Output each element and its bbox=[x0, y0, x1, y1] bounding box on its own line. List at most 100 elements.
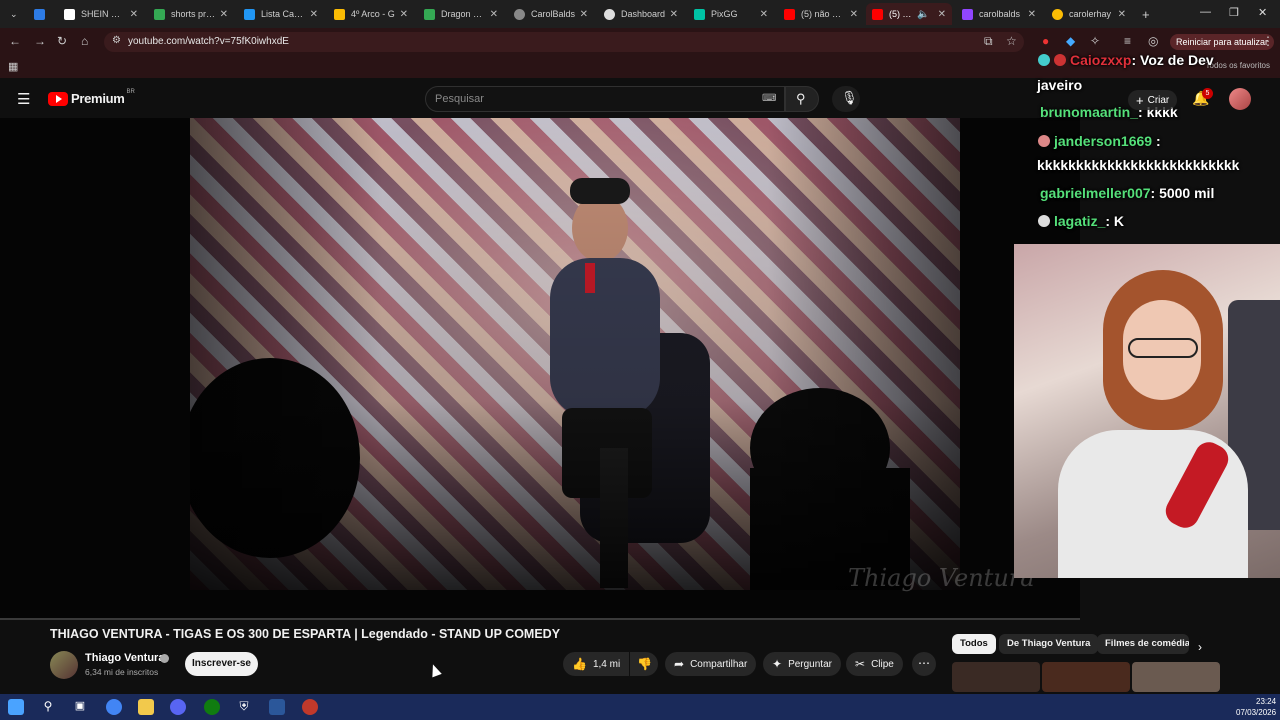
voice-search-button[interactable]: 🎙 bbox=[832, 86, 860, 112]
tab-12[interactable]: carolerhay ✕ bbox=[1046, 3, 1132, 25]
share-button[interactable]: ➦ Compartilhar bbox=[665, 652, 757, 676]
clip-button[interactable]: ✂ Clipe bbox=[846, 652, 903, 676]
vignette bbox=[190, 118, 960, 590]
forward-icon[interactable]: → bbox=[34, 34, 46, 48]
close-icon[interactable]: ✕ bbox=[1028, 9, 1036, 20]
tab-3[interactable]: Lista Carol. ✕ bbox=[238, 3, 324, 25]
close-icon[interactable]: ✕ bbox=[400, 9, 408, 20]
tab-label: (5) THIA bbox=[889, 9, 914, 19]
subscriber-count: 6,34 mi de inscritos bbox=[85, 667, 159, 677]
account-avatar[interactable] bbox=[1229, 88, 1251, 110]
keyboard-icon[interactable]: ⌨ bbox=[762, 93, 776, 104]
twitch-icon bbox=[962, 8, 973, 20]
chip-all[interactable]: Todos bbox=[952, 634, 996, 654]
subscribe-button[interactable]: Inscrever-se bbox=[185, 652, 258, 676]
recommended-thumbnail[interactable] bbox=[952, 662, 1040, 692]
create-label: Criar bbox=[1147, 94, 1170, 106]
close-icon[interactable]: ✕ bbox=[670, 9, 678, 20]
ask-button[interactable]: ✦ Perguntar bbox=[763, 652, 841, 676]
more-actions-button[interactable]: ⋯ bbox=[912, 652, 936, 676]
profile-icon[interactable]: ◎ bbox=[1148, 34, 1158, 48]
tab-1[interactable]: SHEIN Crea ✕ bbox=[58, 3, 144, 25]
youtube-premium-logo[interactable]: Premium BR bbox=[48, 89, 135, 106]
home-icon[interactable]: ⌂ bbox=[81, 34, 88, 48]
extensions-icon[interactable]: ✧ bbox=[1090, 34, 1100, 48]
close-icon[interactable]: ✕ bbox=[938, 9, 946, 20]
like-button[interactable]: 👍 1,4 mi bbox=[563, 652, 629, 676]
close-icon[interactable]: ✕ bbox=[850, 9, 858, 20]
chevron-right-icon[interactable]: › bbox=[1198, 640, 1202, 654]
system-clock[interactable]: 23:24 07/03/2026 bbox=[1236, 696, 1276, 718]
youtube-header: ☰ Premium BR Pesquisar ⌨ ⚲ 🎙 bbox=[0, 80, 1030, 118]
search-button[interactable]: ⚲ bbox=[785, 86, 819, 112]
menu-dots-icon[interactable]: ⋮ bbox=[1262, 34, 1274, 48]
channel-avatar[interactable] bbox=[50, 651, 78, 679]
chip-from-channel[interactable]: De Thiago Ventura bbox=[999, 634, 1099, 654]
close-icon[interactable]: ✕ bbox=[130, 9, 138, 20]
minimize-icon[interactable]: — bbox=[1200, 6, 1211, 18]
chip-comedy-movies[interactable]: Filmes de comédia bbox=[1097, 634, 1189, 654]
tab-0[interactable] bbox=[28, 3, 54, 25]
extension-icon[interactable]: ● bbox=[1042, 34, 1049, 48]
video-player[interactable]: Thiago Ventura bbox=[0, 118, 1080, 620]
close-icon[interactable]: ✕ bbox=[220, 9, 228, 20]
shield-icon[interactable]: ⛨ bbox=[236, 699, 252, 715]
search-input[interactable]: Pesquisar ⌨ bbox=[425, 86, 785, 112]
address-bar[interactable]: ⚙ youtube.com/watch?v=75fK0iwhxdE ⧉ ☆ bbox=[104, 32, 1024, 52]
app-icon[interactable] bbox=[302, 699, 318, 715]
thumbs-down-icon: 👎 bbox=[637, 657, 652, 671]
maximize-icon[interactable]: ❐ bbox=[1229, 6, 1239, 19]
close-icon[interactable]: ✕ bbox=[760, 9, 768, 20]
close-icon[interactable]: ✕ bbox=[310, 9, 318, 20]
chrome-icon[interactable] bbox=[106, 699, 122, 715]
word-icon[interactable] bbox=[269, 699, 285, 715]
close-window-icon[interactable]: ✕ bbox=[1258, 6, 1267, 19]
tab-5[interactable]: Dragon Ball ✕ bbox=[418, 3, 504, 25]
media-icon[interactable]: ≡ bbox=[1124, 34, 1131, 48]
like-count: 1,4 mi bbox=[592, 658, 621, 670]
tab-2[interactable]: shorts pro c ✕ bbox=[148, 3, 234, 25]
site-info-icon[interactable]: ⚙ bbox=[112, 35, 121, 46]
logo-text: Premium bbox=[71, 91, 125, 106]
install-icon[interactable]: ⧉ bbox=[984, 34, 993, 49]
recommended-thumbnail[interactable] bbox=[1042, 662, 1130, 692]
chat-text: : bbox=[1152, 133, 1161, 149]
search-icon[interactable]: ⚲ bbox=[40, 699, 56, 715]
progress-bar[interactable] bbox=[0, 618, 1080, 620]
share-icon: ➦ bbox=[674, 657, 685, 671]
discord-icon[interactable] bbox=[170, 699, 186, 715]
task-view-icon[interactable]: ▣ bbox=[72, 699, 88, 715]
back-icon[interactable]: ← bbox=[9, 34, 21, 48]
tab-10-active[interactable]: (5) THIA🔈 ✕ bbox=[866, 3, 952, 25]
extension-icon[interactable]: ◆ bbox=[1066, 34, 1075, 48]
create-button[interactable]: + Criar bbox=[1128, 90, 1178, 110]
tab-9[interactable]: (5) não é pi ✕ bbox=[778, 3, 864, 25]
recommended-thumbnail[interactable] bbox=[1132, 662, 1220, 692]
close-icon[interactable]: ✕ bbox=[1118, 9, 1126, 20]
reload-icon[interactable]: ↻ bbox=[57, 34, 67, 48]
speaker-icon[interactable]: 🔈 bbox=[917, 9, 929, 20]
file-explorer-icon[interactable] bbox=[138, 699, 154, 715]
tab-search-button[interactable]: ⌄ bbox=[4, 3, 22, 25]
tab-4[interactable]: 4º Arco - G ✕ bbox=[328, 3, 414, 25]
xbox-icon[interactable] bbox=[204, 699, 220, 715]
thumbs-up-icon: 👍 bbox=[572, 657, 587, 671]
close-icon[interactable]: ✕ bbox=[580, 9, 588, 20]
bookmark-star-icon[interactable]: ☆ bbox=[1006, 34, 1017, 48]
tab-6[interactable]: CarolBalds ✕ bbox=[508, 3, 594, 25]
restart-update-button[interactable]: Reiniciar para atualizar bbox=[1170, 34, 1275, 50]
hamburger-menu-icon[interactable]: ☰ bbox=[17, 90, 30, 108]
channel-name[interactable]: Thiago Ventura bbox=[85, 652, 164, 664]
all-bookmarks-link[interactable]: Todos os favoritos bbox=[1206, 61, 1270, 70]
new-tab-button[interactable]: + bbox=[1136, 3, 1152, 25]
tab-11[interactable]: carolbalds ✕ bbox=[956, 3, 1042, 25]
plus-icon: + bbox=[1136, 92, 1144, 108]
dislike-button[interactable]: 👎 bbox=[630, 652, 658, 676]
apps-grid-icon[interactable]: ▦ bbox=[8, 60, 18, 73]
tab-8[interactable]: PixGG ✕ bbox=[688, 3, 774, 25]
video-frame bbox=[190, 118, 960, 590]
windows-start-icon[interactable] bbox=[8, 699, 24, 715]
close-icon[interactable]: ✕ bbox=[490, 9, 498, 20]
tab-label: Dragon Ball bbox=[441, 9, 486, 19]
tab-7[interactable]: Dashboard ✕ bbox=[598, 3, 684, 25]
